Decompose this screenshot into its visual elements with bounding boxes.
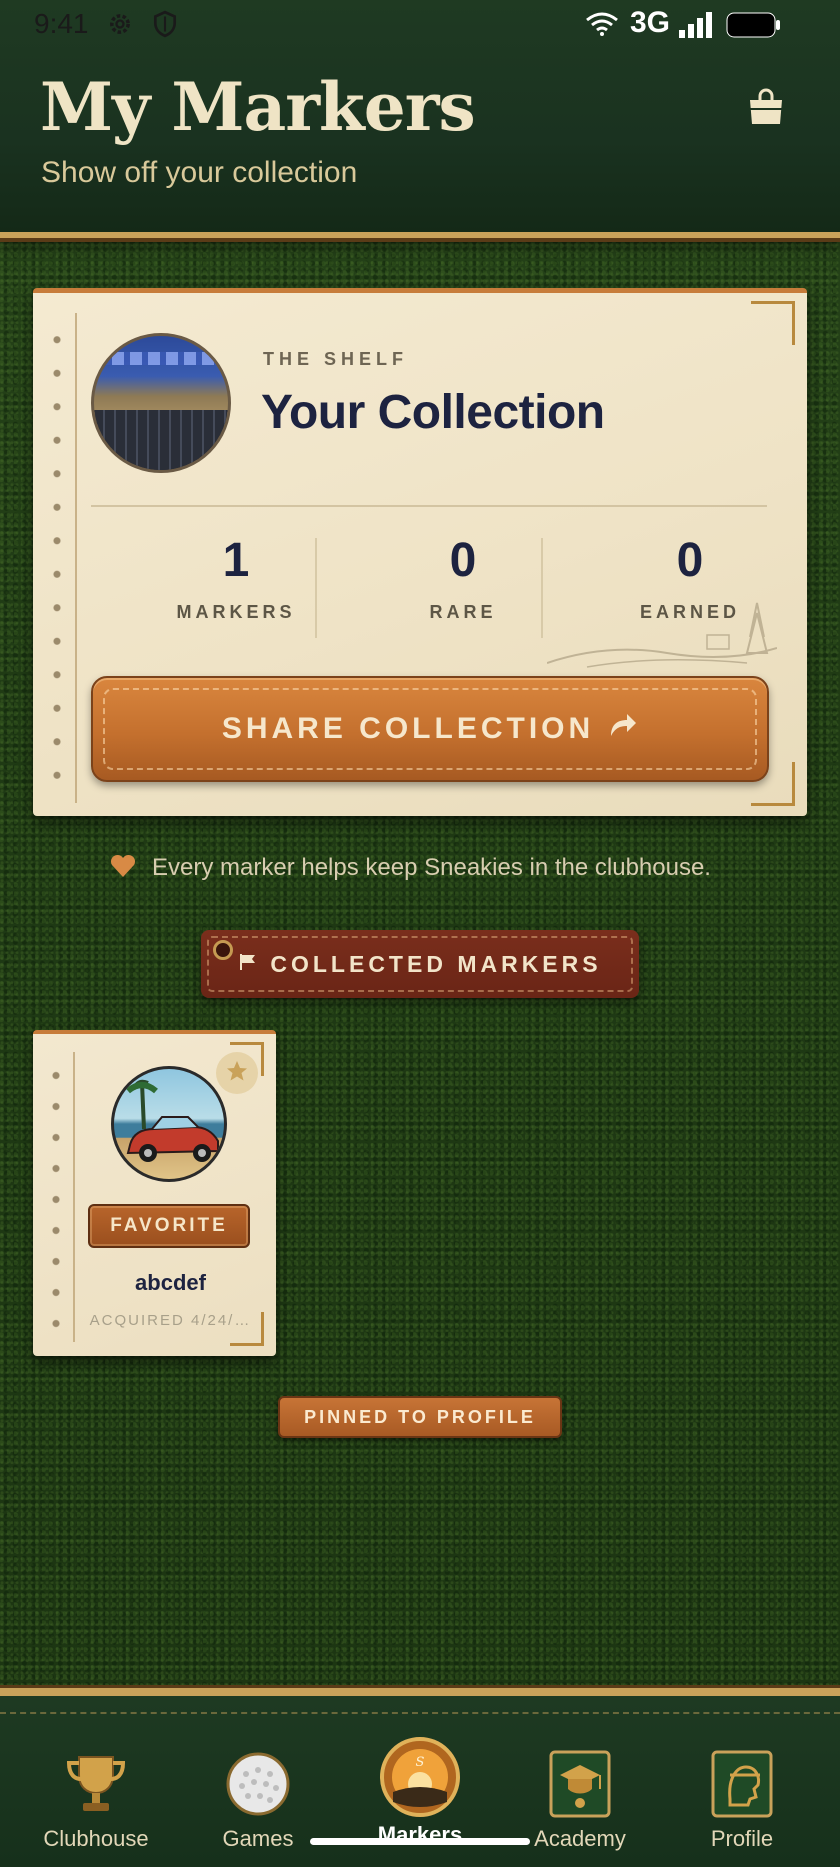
- stat-value: 0: [676, 534, 704, 587]
- signal-icon: [678, 12, 716, 42]
- avatar[interactable]: [91, 333, 231, 473]
- settings-icon: [106, 10, 134, 42]
- favorite-badge: FAVORITE: [88, 1204, 250, 1248]
- avatar-photo-keyboard: [94, 409, 228, 470]
- star-icon: [226, 1060, 248, 1086]
- nav-item-profile[interactable]: Profile: [662, 1746, 822, 1856]
- avatar-photo-detail: [94, 352, 228, 366]
- corner-bracket: [751, 301, 795, 345]
- app-header: 9:41 3G My Markers Show off your collect…: [0, 0, 840, 238]
- nav-label: Clubhouse: [43, 1826, 149, 1851]
- profile-head-icon: [704, 1746, 780, 1822]
- network-label: 3G: [630, 6, 671, 39]
- heart-icon: [110, 854, 136, 882]
- stat-divider: [315, 538, 317, 638]
- binder-holes: [51, 323, 63, 793]
- sneakies-marker-icon: S: [378, 1736, 462, 1818]
- nav-label: Profile: [710, 1826, 774, 1851]
- share-collection-button[interactable]: SHARE COLLECTION: [91, 676, 769, 782]
- divider: [91, 505, 767, 507]
- support-message: Every marker helps keep Sneakies in the …: [110, 850, 790, 886]
- nav-stitching: [0, 1712, 840, 1714]
- wifi-icon: [585, 12, 619, 40]
- status-bar: 9:41 3G: [0, 0, 840, 50]
- margin-line: [73, 1052, 75, 1342]
- marker-image: [111, 1066, 227, 1182]
- share-button-content: SHARE COLLECTION: [93, 678, 767, 780]
- collected-markers-header: COLLECTED MARKERS: [201, 930, 639, 998]
- svg-text:S: S: [416, 1755, 425, 1770]
- status-time: 9:41: [34, 8, 89, 39]
- flag-icon: [238, 951, 258, 978]
- home-indicator[interactable]: [310, 1838, 530, 1845]
- share-arrow-icon: [608, 712, 638, 746]
- shop-button[interactable]: [740, 82, 792, 134]
- card-eyebrow: THE SHELF: [263, 349, 409, 369]
- nav-label: Academy: [534, 1826, 626, 1851]
- trophy-icon: [58, 1746, 134, 1822]
- section-label-row: COLLECTED MARKERS: [201, 930, 639, 998]
- marker-acquired-date: ACQUIRED 4/24/…: [89, 1312, 252, 1329]
- marker-name: abcdef: [135, 1270, 206, 1295]
- share-button-label: SHARE COLLECTION: [221, 712, 595, 745]
- shopping-bag-icon: [746, 86, 786, 130]
- support-text: Every marker helps keep Sneakies in the …: [152, 854, 711, 881]
- nav-item-markers[interactable]: S Markers: [340, 1736, 500, 1847]
- golf-ball-icon: [220, 1746, 296, 1822]
- collection-title: Your Collection: [261, 386, 605, 439]
- margin-line: [75, 313, 77, 803]
- nav-item-clubhouse[interactable]: Clubhouse: [16, 1746, 176, 1856]
- pinned-to-profile-button[interactable]: PINNED TO PROFILE: [278, 1396, 562, 1438]
- golf-course-sketch: [546, 593, 778, 673]
- shield-icon: [152, 10, 178, 42]
- section-title: COLLECTED MARKERS: [270, 950, 602, 977]
- stat-divider: [541, 538, 543, 638]
- binder-holes: [50, 1060, 62, 1340]
- collection-card: THE SHELF Your Collection 1 MARKERS 0 RA…: [33, 288, 807, 816]
- page-title: My Markers: [40, 68, 476, 146]
- nav-label: Games: [222, 1826, 294, 1851]
- pin-star-button[interactable]: [216, 1052, 258, 1094]
- battery-icon: [726, 12, 782, 42]
- graduation-cap-icon: [542, 1746, 618, 1822]
- marker-card[interactable]: FAVORITE abcdef ACQUIRED 4/24/…: [33, 1030, 276, 1356]
- page-subtitle: Show off your collection: [41, 156, 358, 189]
